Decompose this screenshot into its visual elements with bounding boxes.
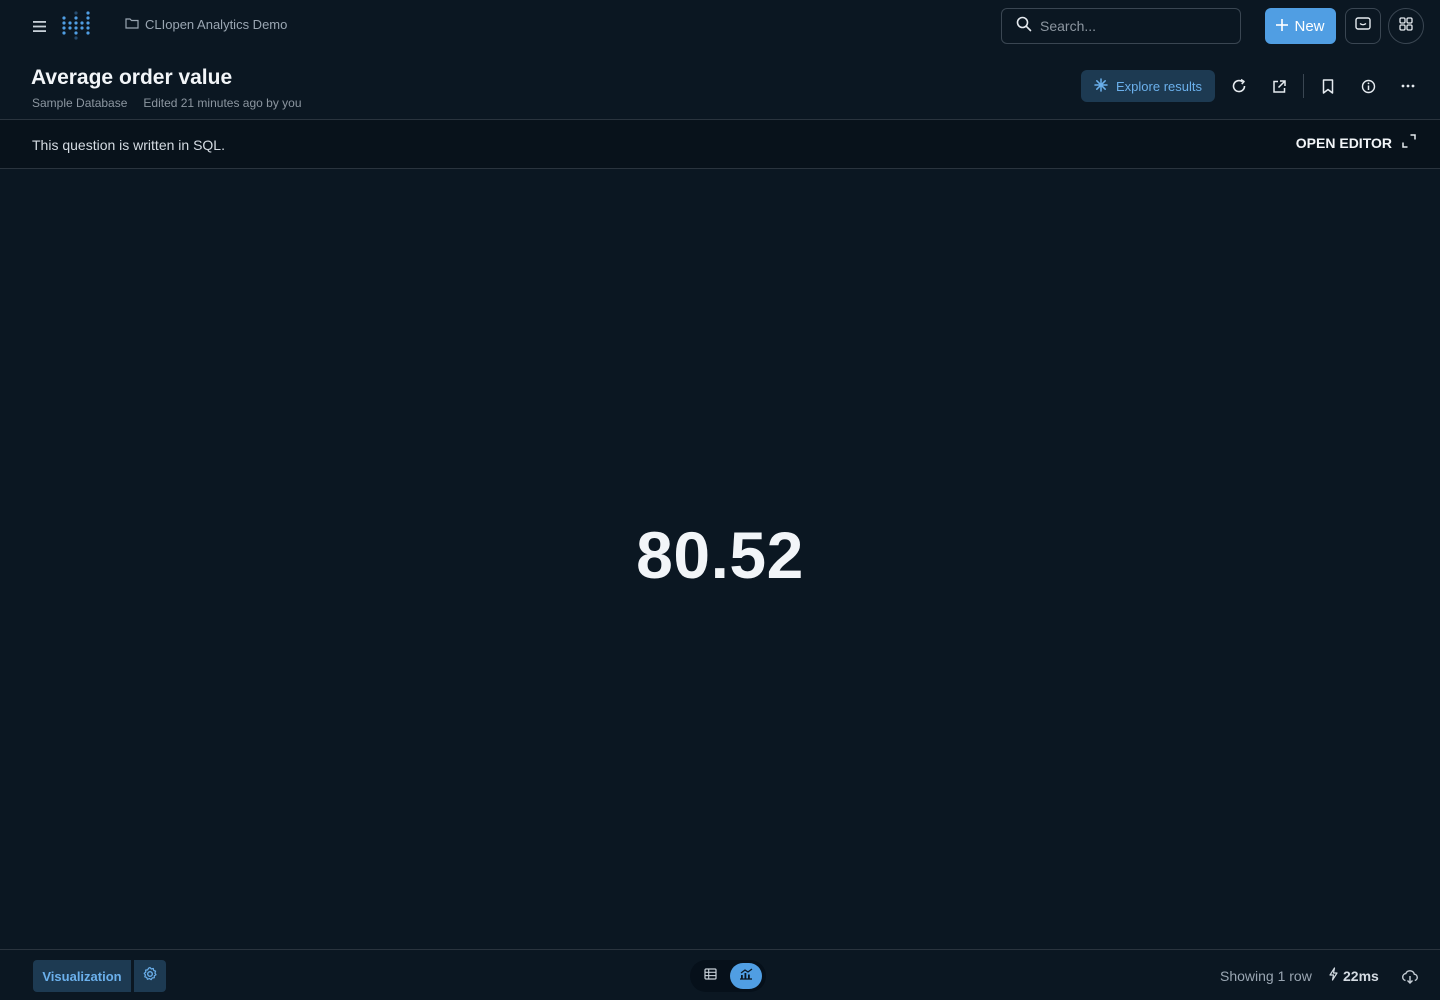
bookmark-icon[interactable] [1316,74,1340,98]
more-icon[interactable] [1396,74,1420,98]
sql-notice-text: This question is written in SQL. [32,137,225,153]
visualization-button[interactable]: Visualization [33,960,131,992]
search-box[interactable] [1001,8,1241,44]
footer-bar: Visualization Showing 1 row 22ms [0,949,1440,1000]
question-meta: Sample Database Edited 21 minutes ago by… [32,96,302,110]
refresh-icon[interactable] [1227,74,1251,98]
explore-results-button[interactable]: Explore results [1081,70,1215,102]
plus-icon [1276,18,1289,35]
folder-icon [125,17,139,32]
new-button-label: New [1294,17,1325,35]
explore-results-label: Explore results [1116,78,1202,94]
search-input[interactable] [1040,18,1220,34]
share-icon[interactable] [1267,74,1291,98]
sql-notice-bar: This question is written in SQL. OPEN ED… [0,120,1440,169]
query-timing: 22ms [1328,967,1379,984]
top-nav: CLIopen Analytics Demo New [0,0,1440,52]
chart-icon [739,967,753,985]
query-timing-value: 22ms [1343,967,1379,984]
collection-name: CLIopen Analytics Demo [145,17,288,32]
open-editor-label: OPEN EDITOR [1295,134,1392,151]
view-toggle [690,960,766,992]
header-divider [1303,74,1304,98]
edited-info[interactable]: Edited 21 minutes ago by you [143,96,301,110]
grid-icon [1399,16,1413,36]
expand-icon [1402,134,1416,151]
logo-icon[interactable] [60,10,92,42]
download-icon[interactable] [1400,966,1420,986]
breadcrumb[interactable]: CLIopen Analytics Demo [125,17,287,32]
bolt-icon [1328,967,1339,984]
chat-icon [1355,16,1371,36]
chat-button[interactable] [1345,8,1381,44]
apps-button[interactable] [1388,8,1424,44]
info-icon[interactable] [1356,74,1380,98]
visualization-settings-button[interactable] [134,960,166,992]
database-name[interactable]: Sample Database [32,96,127,110]
open-editor-button[interactable]: OPEN EDITOR [1296,134,1416,151]
scalar-value[interactable]: 80.52 [0,517,1440,593]
hamburger-icon[interactable] [28,16,50,36]
table-view-toggle[interactable] [694,963,726,989]
sparkle-icon [1094,77,1108,95]
search-icon [1016,16,1032,37]
page-title[interactable]: Average order value [31,66,232,90]
gear-icon [142,966,158,987]
row-count: Showing 1 row [1220,968,1312,984]
question-header: Average order value Sample Database Edit… [0,52,1440,120]
visualization-area: 80.52 [0,169,1440,949]
new-button[interactable]: New [1265,8,1336,44]
chart-view-toggle[interactable] [730,963,762,989]
table-icon [703,967,717,985]
app: CLIopen Analytics Demo New Averag [0,0,1440,1000]
